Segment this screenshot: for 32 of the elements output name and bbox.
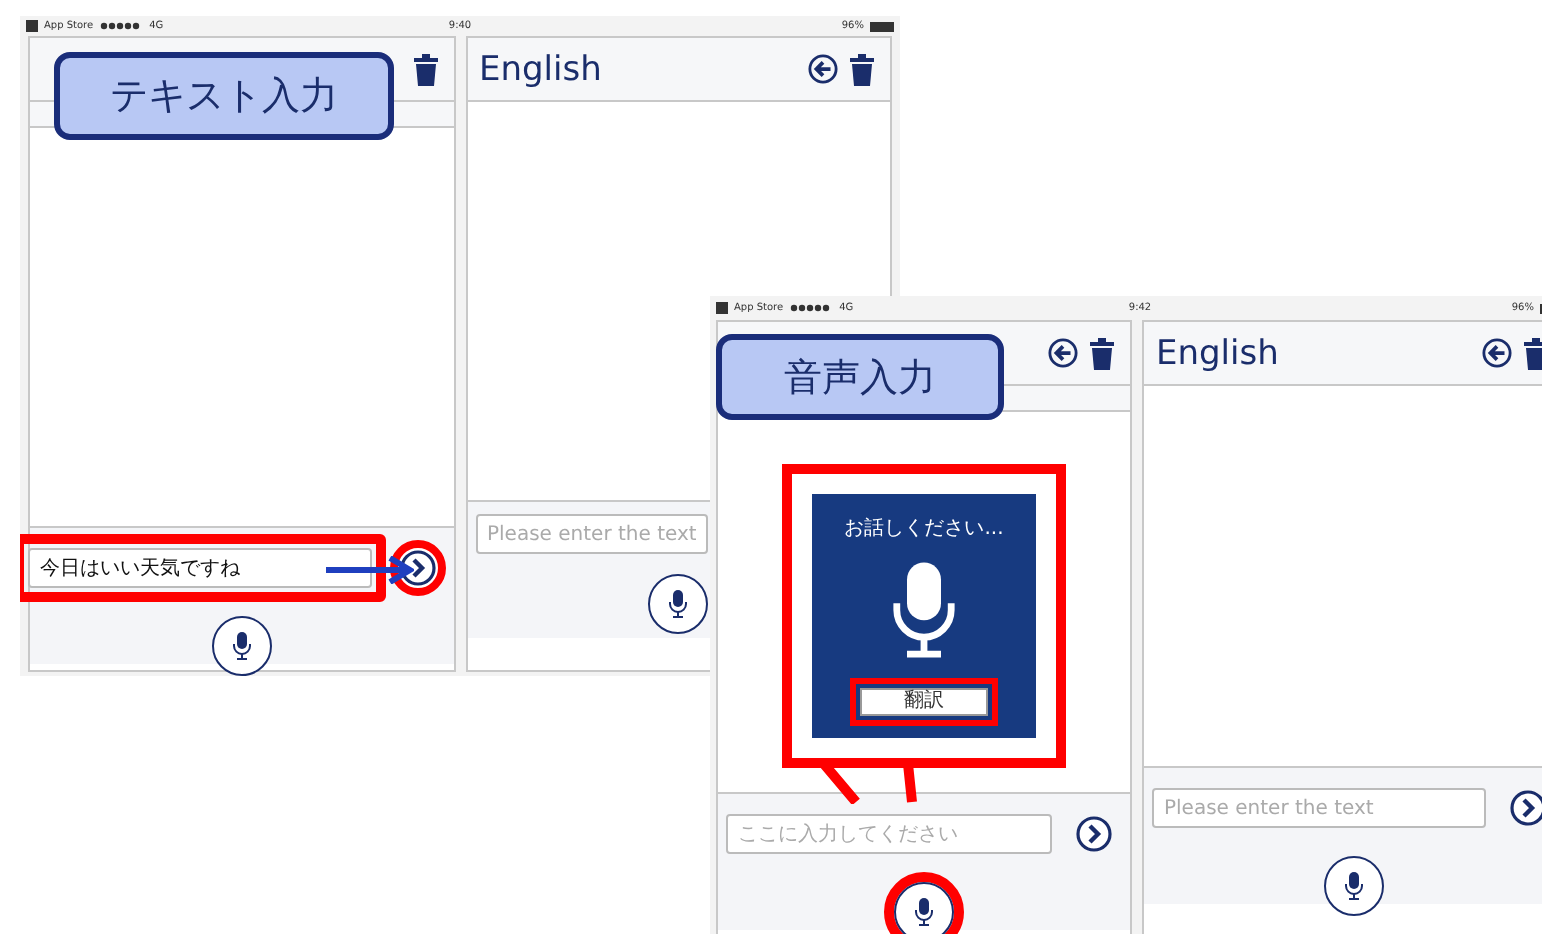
signal-icon [99, 22, 144, 30]
back-icon[interactable] [1482, 338, 1512, 368]
signal-icon [789, 304, 834, 312]
microphone-icon [231, 630, 252, 662]
microphone-icon [914, 896, 934, 928]
microphone-icon [1344, 870, 1364, 902]
battery-icon [870, 21, 894, 31]
back-icon[interactable] [1048, 338, 1078, 368]
prompt-text: お話しください... [844, 515, 1004, 542]
microphone-button[interactable] [894, 882, 954, 934]
go-icon[interactable] [1076, 816, 1112, 852]
language-title: English [479, 49, 602, 89]
trash-icon[interactable] [413, 53, 437, 85]
text-input[interactable]: 今日はいい天気ですね [28, 548, 371, 588]
translate-button[interactable]: 翻訳 [860, 688, 988, 716]
trash-icon[interactable] [850, 53, 874, 85]
go-icon[interactable] [1510, 790, 1542, 826]
language-title: English [1156, 333, 1279, 373]
callout-label: テキスト入力 [54, 52, 394, 140]
callout-label: 音声入力 [716, 334, 1004, 420]
app-icon [716, 302, 728, 314]
microphone-button[interactable] [1324, 856, 1384, 916]
back-icon[interactable] [808, 54, 838, 84]
microphone-button[interactable] [211, 616, 272, 676]
text-input[interactable]: Please enter the text [1152, 788, 1486, 828]
microphone-icon [890, 558, 958, 662]
text-input[interactable]: ここに入力してください [726, 814, 1052, 854]
app-icon [26, 20, 38, 32]
microphone-icon [668, 588, 689, 620]
trash-icon[interactable] [1090, 337, 1114, 369]
microphone-button[interactable] [648, 574, 709, 634]
trash-icon[interactable] [1524, 337, 1542, 369]
